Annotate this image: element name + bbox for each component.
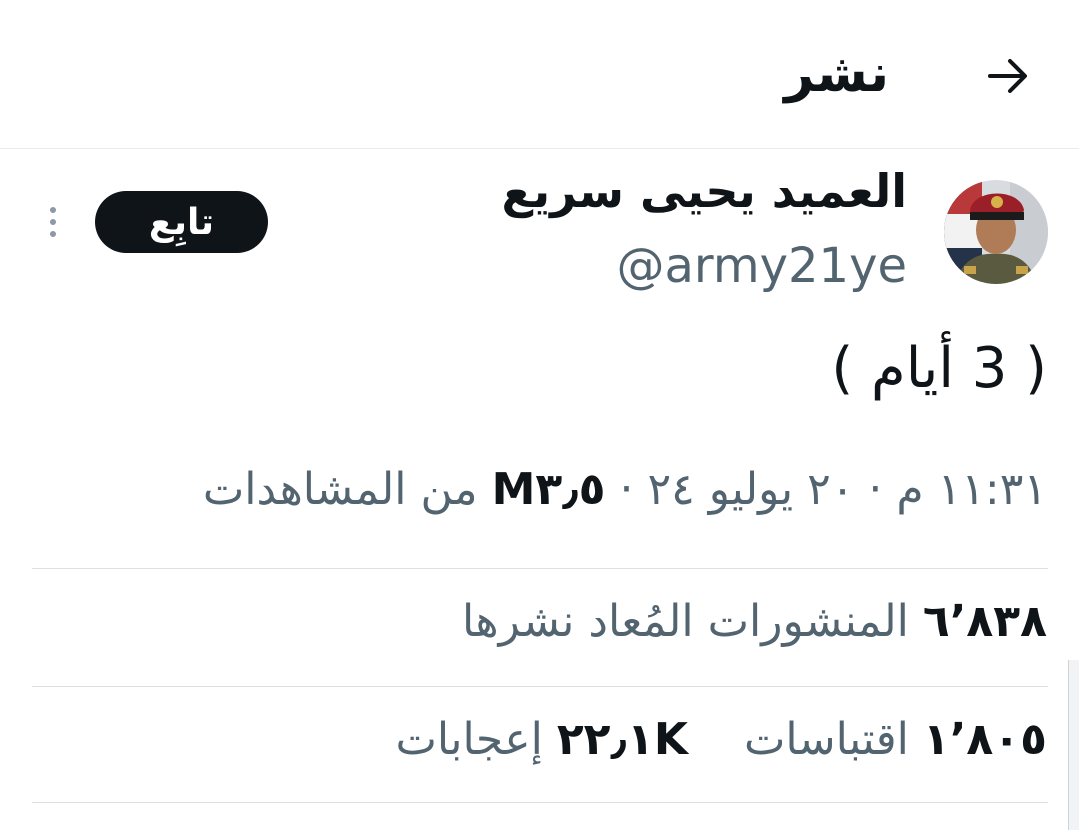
tweet-text: ( 3 أيام ) xyxy=(831,336,1047,401)
divider xyxy=(32,568,1048,569)
quotes-label: اقتباسات xyxy=(743,714,909,765)
likes-label: إعجابات xyxy=(395,714,543,765)
divider xyxy=(32,802,1048,803)
avatar[interactable] xyxy=(944,180,1048,284)
reposts-stat[interactable]: ٦٬٨٣٨ المنشورات المُعاد نشرها xyxy=(462,596,1047,647)
divider xyxy=(32,686,1048,687)
follow-button[interactable]: تابِع xyxy=(95,191,268,253)
views-label: من المشاهدات xyxy=(202,464,478,515)
page-title: نشر xyxy=(784,44,889,104)
quotes-stat[interactable]: ١٬٨٠٥ اقتباسات xyxy=(730,714,1047,765)
tweet-date[interactable]: ٢٠ يوليو ٢٤ xyxy=(648,464,855,515)
reposts-count: ٦٬٨٣٨ xyxy=(922,596,1047,647)
more-options-icon[interactable] xyxy=(44,204,62,240)
views-count: M٣٫٥ xyxy=(491,464,606,515)
quotes-count: ١٬٨٠٥ xyxy=(922,714,1047,765)
meta-separator: · xyxy=(868,464,883,515)
author-name[interactable]: العميد يحيى سريع xyxy=(501,164,907,218)
top-bar: نشر xyxy=(0,0,1079,149)
scrollbar[interactable] xyxy=(1068,660,1079,830)
likes-stat[interactable]: ٢٢٫١K إعجابات xyxy=(395,714,687,765)
tweet-meta: ١١:٣١ م · ٢٠ يوليو ٢٤ · M٣٫٥ من المشاهدا… xyxy=(203,464,1047,515)
likes-count: ٢٢٫١K xyxy=(556,714,688,765)
tweet-time[interactable]: ١١:٣١ م xyxy=(896,464,1047,515)
author-handle[interactable]: @army21ye xyxy=(617,238,907,294)
reposts-label: المنشورات المُعاد نشرها xyxy=(461,596,909,647)
engagement-stats: ١٬٨٠٥ اقتباسات ٢٢٫١K إعجابات xyxy=(395,714,1047,765)
avatar-image xyxy=(944,180,1048,284)
meta-separator: · xyxy=(619,464,634,515)
arrow-right-icon[interactable] xyxy=(980,48,1036,104)
